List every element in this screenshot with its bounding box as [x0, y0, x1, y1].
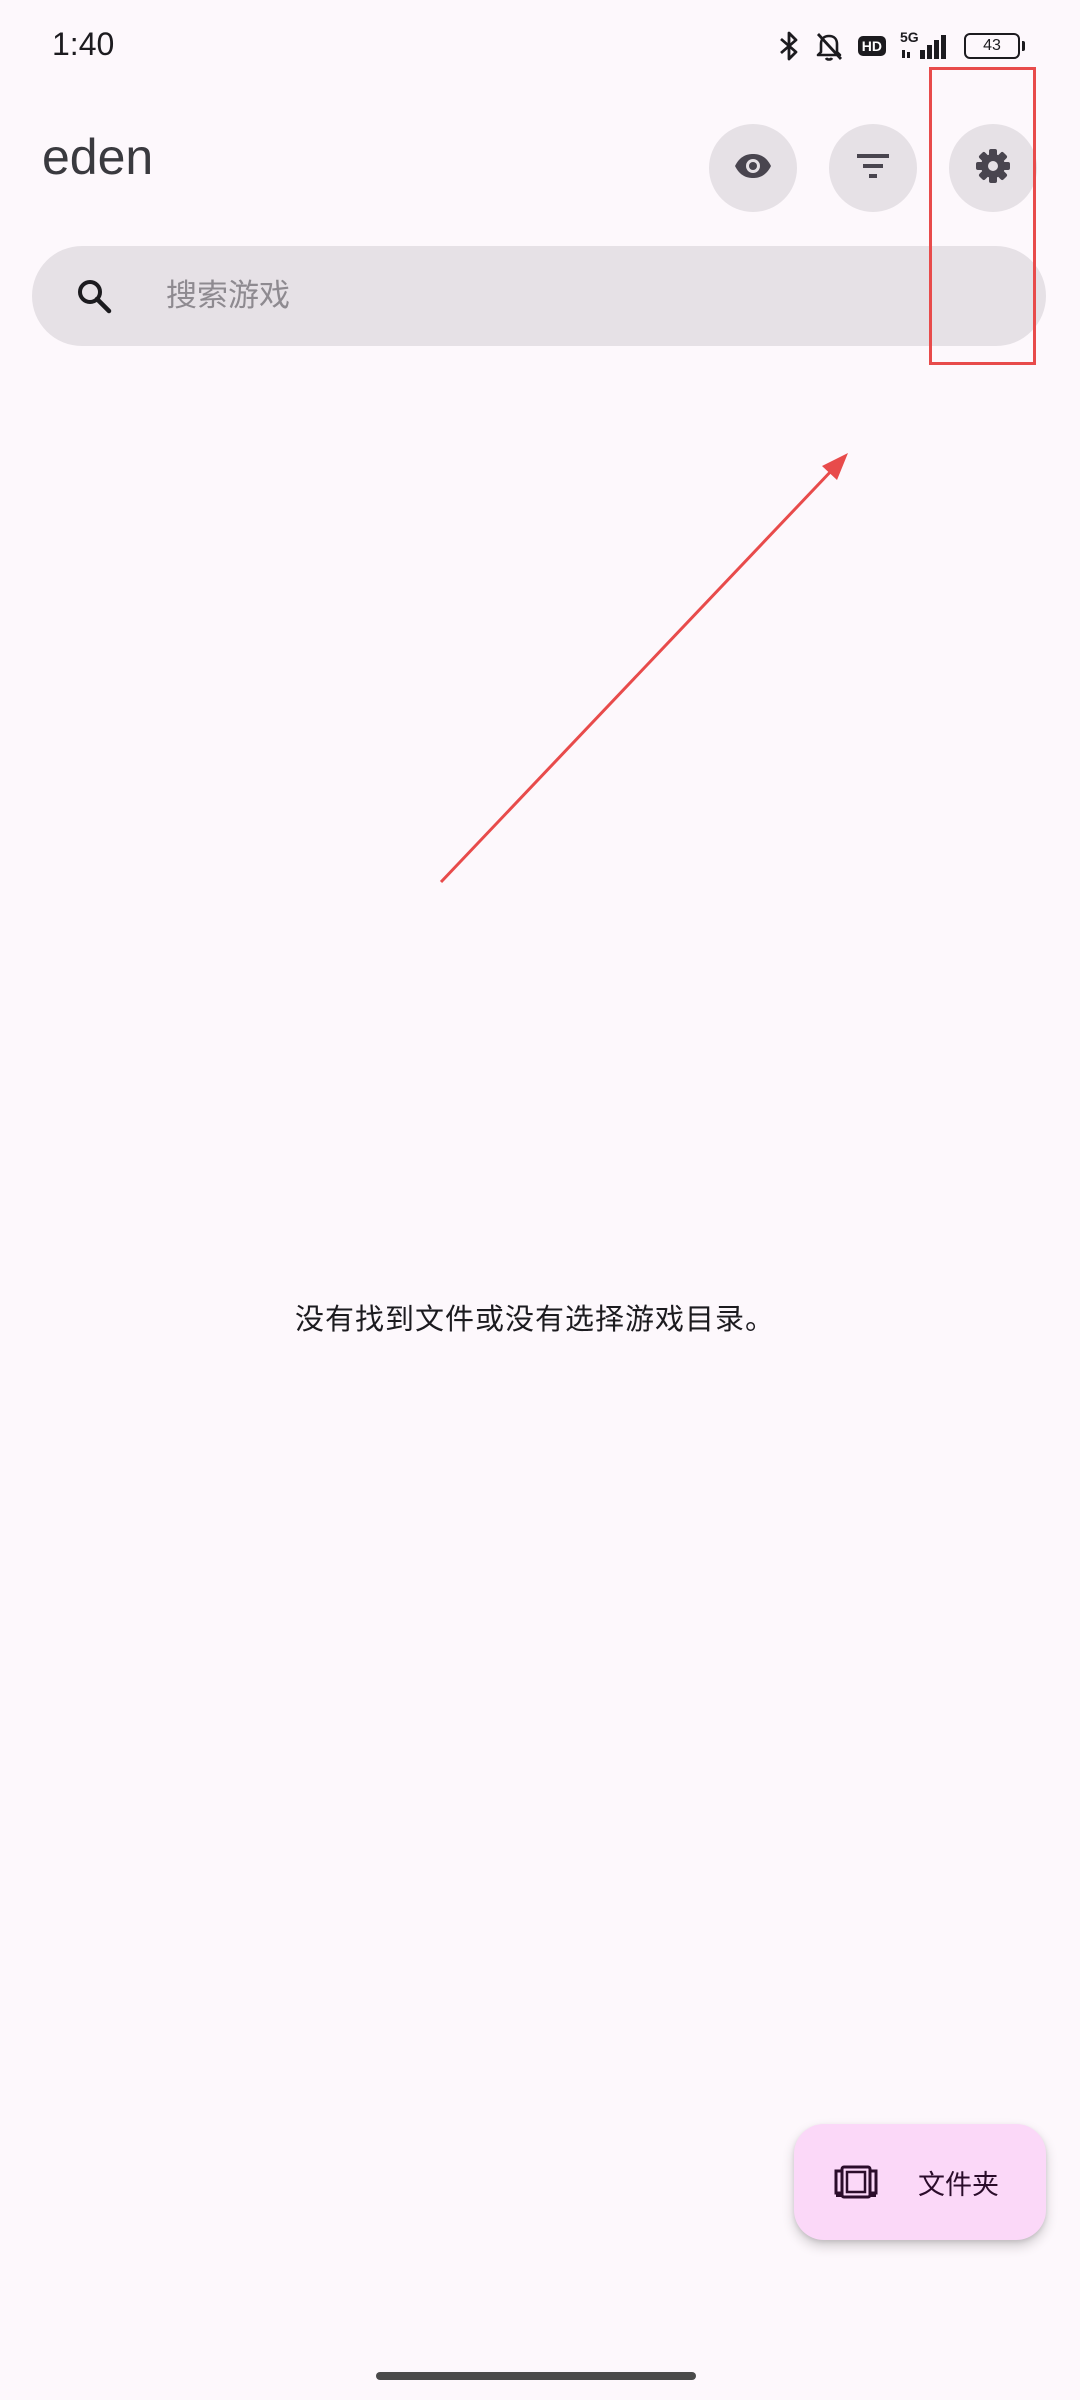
home-indicator[interactable]: [376, 2372, 696, 2380]
bell-off-icon: [814, 30, 844, 62]
eye-button[interactable]: [709, 124, 797, 212]
eye-icon: [734, 153, 772, 183]
battery-icon: 43: [964, 33, 1025, 59]
bluetooth-icon: [778, 30, 800, 62]
fab-label: 文件夹: [918, 2169, 999, 2201]
add-folder-fab[interactable]: 文件夹: [794, 2124, 1046, 2240]
empty-state-message: 没有找到文件或没有选择游戏目录。: [294, 1302, 775, 1336]
battery-level: 43: [983, 37, 1001, 54]
signal-icon: 5G: [900, 30, 950, 62]
search-icon: [72, 274, 116, 318]
app-title: eden: [42, 129, 154, 185]
game-cartridge-icon: [830, 2162, 882, 2202]
status-icons: HD 5G 43: [778, 26, 1025, 66]
status-time: 1:40: [52, 26, 115, 62]
search-bar[interactable]: [32, 246, 1046, 346]
annotation-highlight-box: [929, 67, 1036, 365]
search-input[interactable]: [164, 277, 968, 315]
status-bar: 1:40 HD 5G 43: [0, 0, 1080, 90]
annotation-arrow: [439, 453, 848, 884]
filter-button[interactable]: [829, 124, 917, 212]
hd-icon: HD: [857, 36, 886, 56]
filter-icon: [857, 154, 889, 182]
